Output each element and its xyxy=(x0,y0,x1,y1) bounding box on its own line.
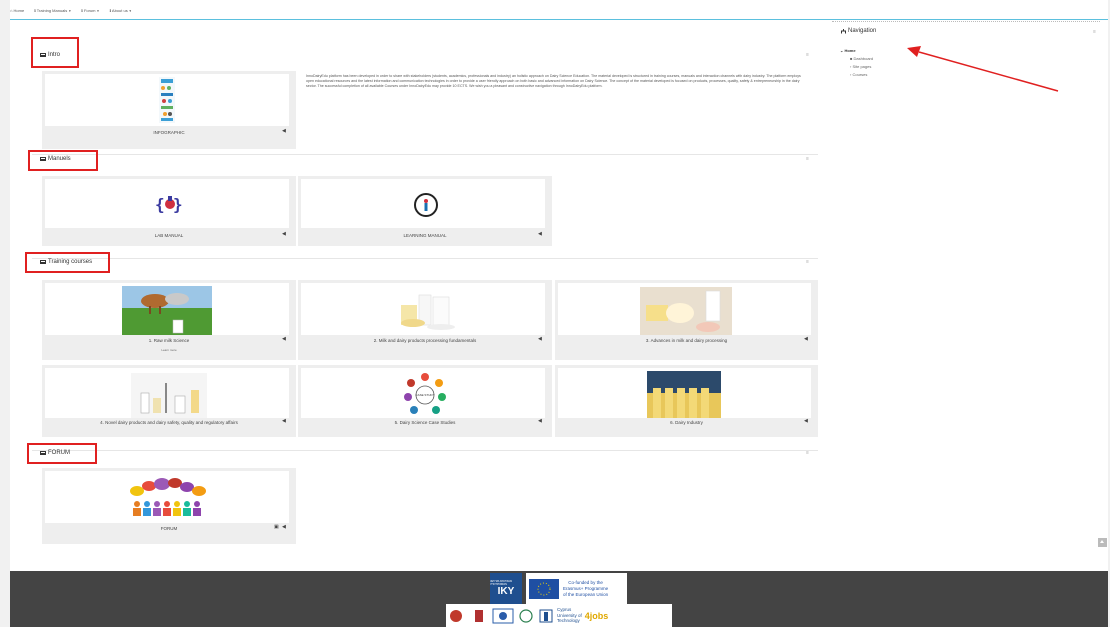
forum-thumbnail xyxy=(45,471,289,523)
chevron-down-icon: ▼ xyxy=(128,9,132,13)
section-icon xyxy=(40,451,46,455)
collapse-icon[interactable]: ≡ xyxy=(806,259,809,265)
university-logo-2 xyxy=(475,609,483,622)
course-card-3[interactable]: 3. Advances in milk and dairy processing… xyxy=(555,280,818,360)
course-3-title[interactable]: 3. Advances in milk and dairy processing xyxy=(555,338,818,343)
speaker-icon: ◀ xyxy=(282,524,286,530)
activity-card-forum[interactable]: FORUM ▣ ◀ xyxy=(42,468,296,544)
iky-logo: ΙΔΡΥΜΑ ΚΡΑΤΙΚΩΝ ΥΠΟΤΡΟΦΙΩΝ IKY xyxy=(490,573,522,604)
lock-icon: ▣ xyxy=(274,524,279,530)
svg-text:CASE STUDY: CASE STUDY xyxy=(415,393,434,397)
course-1-learn-more[interactable]: Learn more xyxy=(42,348,296,352)
speaker-icon: ◀ xyxy=(282,336,286,342)
navigation-tree: ⌄ Home ■ Dashboard › Site pages › Course… xyxy=(840,47,873,79)
cut-logo xyxy=(539,609,553,622)
course-card-5[interactable]: CASE STUDY 5. Dairy Science Case Studies… xyxy=(298,365,552,437)
collapse-icon[interactable]: ≡ xyxy=(806,450,809,456)
top-navbar: ⌂ Home ℹ Training Manuals▼ ℹ Forum▼ ℹ Ab… xyxy=(10,0,1108,20)
university-logo-4 xyxy=(519,608,533,623)
section-icon xyxy=(40,157,46,161)
course-6-title[interactable]: 6. Dairy Industry xyxy=(555,420,818,425)
infographic-label[interactable]: INFOGRAPHIC xyxy=(42,130,296,135)
speaker-icon: ◀ xyxy=(538,231,542,237)
nav-item-dashboard[interactable]: ■ Dashboard xyxy=(850,55,873,63)
learning-manual-label[interactable]: LEARNING MANUAL xyxy=(298,233,552,238)
course-card-4[interactable]: 4. Novel dairy products and dairy safety… xyxy=(42,365,296,437)
course-card-6[interactable]: 6. Dairy Industry ◀ xyxy=(555,365,818,437)
advances-dairy-thumbnail xyxy=(558,283,811,335)
collapse-icon[interactable]: ≡ xyxy=(806,52,809,58)
speaker-icon: ◀ xyxy=(282,418,286,424)
section-icon xyxy=(40,260,46,264)
course-1-title[interactable]: 1. Raw milk Science xyxy=(42,338,296,343)
svg-text:{: { xyxy=(155,195,165,214)
university-logo-3 xyxy=(492,608,514,623)
section-title-manuels[interactable]: Manuels xyxy=(40,156,71,162)
dairy-products-thumbnail xyxy=(301,283,545,335)
infographic-thumbnail xyxy=(45,74,289,126)
speaker-icon: ◀ xyxy=(282,231,286,237)
intro-description: InnoDairyEdu platform has been developed… xyxy=(306,74,801,89)
section-divider xyxy=(32,154,818,155)
activity-card-lab-manual[interactable]: { } LAB MANUAL ◀ xyxy=(42,176,296,246)
activity-card-learning-manual[interactable]: LEARNING MANUAL ◀ xyxy=(298,176,552,246)
forum-label[interactable]: FORUM xyxy=(42,526,296,531)
partner-logos: Cyprus University of Technology 4jobs xyxy=(446,604,672,627)
page-content: ⌂ Home ℹ Training Manuals▼ ℹ Forum▼ ℹ Ab… xyxy=(10,0,1108,571)
section-title-training-courses[interactable]: Training courses xyxy=(40,259,92,265)
nav-training-manuals[interactable]: ℹ Training Manuals▼ xyxy=(34,8,71,13)
chevron-down-icon: ▼ xyxy=(96,9,100,13)
activity-card-infographic[interactable]: INFOGRAPHIC ◀ xyxy=(42,71,296,149)
annotation-arrow xyxy=(907,46,1059,92)
course-card-1[interactable]: 1. Raw milk Science Learn more ◀ xyxy=(42,280,296,360)
speaker-icon: ◀ xyxy=(538,418,542,424)
collapse-icon[interactable]: ≡ xyxy=(806,156,809,162)
lab-manual-label[interactable]: LAB MANUAL xyxy=(42,233,296,238)
nav-home[interactable]: ⌂ Home xyxy=(10,8,24,13)
course-card-2[interactable]: 2. Milk and dairy products processing fu… xyxy=(298,280,552,360)
nav-item-courses[interactable]: › Courses xyxy=(850,71,873,79)
scroll-to-top-button[interactable] xyxy=(1098,538,1107,547)
cut-text: Cyprus University of Technology xyxy=(557,607,582,624)
block-top-border xyxy=(832,21,1100,22)
nav-item-home[interactable]: ⌄ Home xyxy=(840,47,873,55)
nav-item-site-pages[interactable]: › Site pages xyxy=(850,63,873,71)
course-4-title[interactable]: 4. Novel dairy products and dairy safety… xyxy=(42,420,296,425)
nav-about-us[interactable]: ℹ About us▼ xyxy=(109,8,131,13)
speaker-icon: ◀ xyxy=(804,336,808,342)
speaker-icon: ◀ xyxy=(804,418,808,424)
4jobs-logo: 4jobs xyxy=(584,610,609,621)
sitemap-icon xyxy=(841,28,846,34)
novel-dairy-thumbnail xyxy=(45,368,289,418)
speaker-icon: ◀ xyxy=(538,336,542,342)
section-title-forum[interactable]: FORUM xyxy=(40,450,70,456)
university-logo-1 xyxy=(450,609,462,622)
dairy-industry-thumbnail xyxy=(558,368,811,418)
collapse-icon[interactable]: ≡ xyxy=(1093,29,1096,35)
nav-forum[interactable]: ℹ Forum▼ xyxy=(81,8,99,13)
case-studies-thumbnail: CASE STUDY xyxy=(301,368,545,418)
footer: ΙΔΡΥΜΑ ΚΡΑΤΙΚΩΝ ΥΠΟΤΡΟΦΙΩΝ IKY Co-funded… xyxy=(10,571,1108,627)
section-icon xyxy=(40,53,46,57)
section-divider xyxy=(32,258,818,259)
section-divider xyxy=(32,450,818,451)
course-2-title[interactable]: 2. Milk and dairy products processing fu… xyxy=(298,338,552,343)
erasmus-logo: Co-funded by the Erasmus+ Programme of t… xyxy=(526,573,627,604)
section-title-intro[interactable]: Intro xyxy=(40,52,60,58)
navigation-title: Navigation xyxy=(841,28,876,34)
course-5-title[interactable]: 5. Dairy Science Case Studies xyxy=(298,420,552,425)
speaker-icon: ◀ xyxy=(282,128,286,134)
raw-milk-thumbnail xyxy=(45,283,289,335)
lab-manual-thumbnail: { } xyxy=(45,179,289,228)
learning-manual-thumbnail xyxy=(301,179,545,228)
chevron-down-icon: ▼ xyxy=(68,9,72,13)
